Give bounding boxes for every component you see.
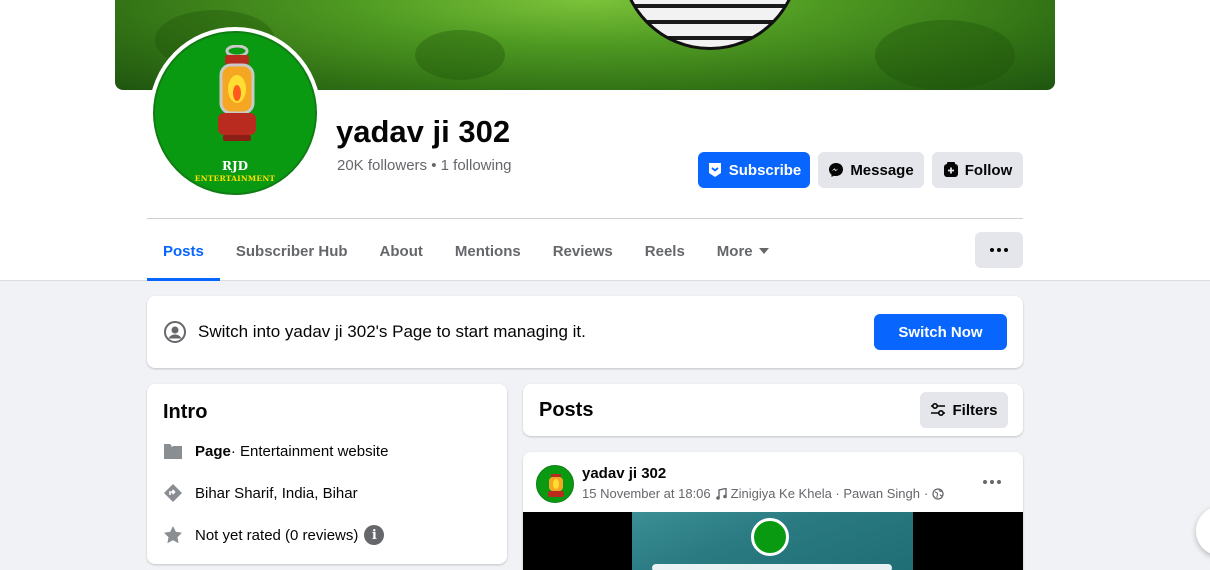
avatar-text-main: RJD <box>221 159 249 173</box>
tab-label: Mentions <box>454 242 521 260</box>
header-divider <box>147 218 1023 219</box>
switch-banner-text: Switch into yadav ji 302's Page to start… <box>198 322 586 341</box>
follower-stats: 20K followers • 1 following <box>337 157 512 174</box>
tab-label: Reviews <box>552 242 613 260</box>
tab-reviews[interactable]: Reviews <box>537 222 629 280</box>
ellipsis-icon <box>990 480 994 484</box>
ellipsis-icon <box>990 248 994 252</box>
lantern-icon <box>218 45 256 141</box>
ellipsis-icon <box>1004 248 1008 252</box>
post-song[interactable]: Zinigiya Ke Khela · Pawan Singh <box>731 486 920 501</box>
tab-posts[interactable]: Posts <box>147 222 220 281</box>
posts-heading: Posts <box>539 399 594 421</box>
location-text: Bihar Sharif, India, Bihar <box>195 484 358 502</box>
following-link[interactable]: 1 following <box>441 157 512 174</box>
followers-link[interactable]: 20K followers <box>337 157 427 174</box>
tab-label: More <box>716 242 753 260</box>
message-button[interactable]: Message <box>818 152 924 188</box>
tab-label: Reels <box>644 242 685 260</box>
location-icon <box>163 483 183 503</box>
subscribe-label: Subscribe <box>728 161 802 179</box>
intro-location[interactable]: Bihar Sharif, India, Bihar <box>163 483 358 503</box>
more-options-button[interactable] <box>975 232 1023 268</box>
caret-down-icon <box>758 248 769 254</box>
cover-leaf-pattern <box>415 30 505 80</box>
floating-action-button[interactable] <box>1196 506 1210 556</box>
page-label: Page <box>195 442 231 460</box>
stats-separator: • <box>427 157 441 174</box>
ellipsis-icon <box>997 480 1001 484</box>
rating-text: Not yet rated (0 reviews) <box>195 526 359 544</box>
intro-heading: Intro <box>163 401 208 423</box>
avatar-text-sub: ENTERTAINMENT <box>194 174 276 183</box>
tab-label: Posts <box>163 242 204 260</box>
post-video[interactable] <box>523 512 1023 570</box>
avatar-logo: RJD ENTERTAINMENT <box>153 31 317 195</box>
filters-label: Filters <box>952 401 998 419</box>
messenger-icon <box>829 163 844 177</box>
music-icon <box>715 487 727 500</box>
subscribe-icon <box>708 163 721 177</box>
tab-label: About <box>379 242 423 260</box>
info-icon[interactable]: i <box>364 525 385 545</box>
post-card: yadav ji 302 15 November at 18:06 Zinigi… <box>523 452 1023 570</box>
ellipsis-icon <box>997 248 1001 252</box>
thumbnail-caption-strip <box>652 564 892 570</box>
intro-page-category: Page · Entertainment website <box>163 441 388 461</box>
thumbnail-emblem <box>751 518 789 556</box>
posts-header-card: Posts Filters <box>523 384 1023 436</box>
post-date[interactable]: 15 November at 18:06 <box>582 486 711 501</box>
ellipsis-icon <box>983 480 987 484</box>
switch-profile-banner: Switch into yadav ji 302's Page to start… <box>147 296 1023 368</box>
follow-label: Follow <box>964 161 1013 179</box>
message-label: Message <box>850 161 914 179</box>
follow-icon <box>943 162 958 177</box>
filters-icon <box>931 402 946 417</box>
tab-more[interactable]: More <box>701 222 785 280</box>
video-thumbnail <box>632 512 913 570</box>
subscribe-button[interactable]: Subscribe <box>698 152 810 188</box>
profile-switch-icon <box>164 321 186 343</box>
tab-label: Subscriber Hub <box>235 242 348 260</box>
intro-card: Intro Page · Entertainment website Bihar… <box>147 384 507 564</box>
cover-leaf-pattern <box>875 20 1015 90</box>
post-author-avatar[interactable] <box>536 465 574 503</box>
post-options-button[interactable] <box>983 480 1001 484</box>
follow-button[interactable]: Follow <box>932 152 1023 188</box>
meta-separator: · <box>923 486 929 501</box>
tab-mentions[interactable]: Mentions <box>439 222 537 280</box>
post-meta: 15 November at 18:06 Zinigiya Ke Khela ·… <box>582 486 944 501</box>
profile-header: RJD ENTERTAINMENT yadav ji 302 20K follo… <box>0 0 1210 281</box>
tab-subscriber-hub[interactable]: Subscriber Hub <box>220 222 364 280</box>
switch-now-button[interactable]: Switch Now <box>874 314 1007 350</box>
page-category: · Entertainment website <box>230 442 389 460</box>
profile-tabs: Posts Subscriber Hub About Mentions Revi… <box>147 222 785 281</box>
cover-lantern-graphic <box>620 0 800 50</box>
intro-rating: Not yet rated (0 reviews) i <box>163 525 385 545</box>
lantern-icon <box>548 474 564 497</box>
filters-button[interactable]: Filters <box>920 392 1008 428</box>
profile-avatar[interactable]: RJD ENTERTAINMENT <box>149 27 321 199</box>
post-author-name[interactable]: yadav ji 302 <box>582 465 666 482</box>
tab-about[interactable]: About <box>364 222 439 280</box>
page-title: yadav ji 302 <box>336 114 511 149</box>
star-icon <box>163 525 183 545</box>
tab-reels[interactable]: Reels <box>629 222 701 280</box>
page-icon <box>163 441 183 461</box>
globe-icon <box>932 487 944 500</box>
